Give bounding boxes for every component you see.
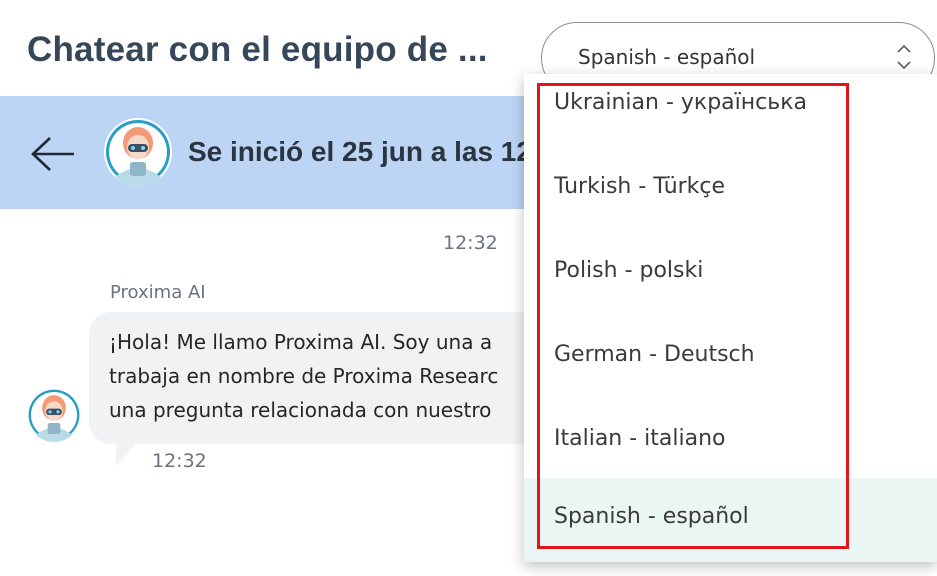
option-label: Ukrainian - українська	[554, 90, 807, 115]
language-select-value: Spanish - español	[578, 45, 756, 69]
message-line: ¡Hola! Me llamo Proxima AI. Soy una a	[109, 330, 493, 354]
message-line: trabaja en nombre de Proxima Researc	[109, 364, 499, 388]
language-option-german[interactable]: German - Deutsch	[524, 316, 937, 400]
page-title: Chatear con el equipo de ...	[27, 30, 488, 69]
banner-start-time: Se inició el 25 jun a las 12	[188, 136, 532, 167]
language-option-turkish[interactable]: Turkish - Türkçe	[524, 148, 937, 232]
chevron-up-down-icon	[897, 44, 911, 70]
arrow-left-icon[interactable]	[30, 134, 76, 174]
language-option-spanish[interactable]: Spanish - español	[524, 478, 937, 562]
language-option-polish[interactable]: Polish - polski	[524, 232, 937, 316]
option-label: Turkish - Türkçe	[554, 174, 726, 199]
language-option-italian[interactable]: Italian - italiano	[524, 400, 937, 484]
option-label: German - Deutsch	[554, 342, 755, 367]
language-dropdown[interactable]: Ukrainian - українська Turkish - Türkçe …	[524, 74, 937, 562]
language-option-ukrainian[interactable]: Ukrainian - українська	[524, 74, 937, 148]
message-line: una pregunta relacionada con nuestro	[109, 398, 492, 422]
bubble-tail	[116, 444, 136, 466]
option-label: Spanish - español	[554, 504, 749, 529]
message-sender: Proxima AI	[110, 282, 206, 303]
message-timestamp: 12:32	[152, 450, 207, 472]
robot-avatar-icon	[104, 118, 172, 186]
robot-avatar-icon	[27, 388, 81, 442]
conversation-timestamp: 12:32	[443, 232, 498, 254]
option-label: Italian - italiano	[554, 426, 726, 451]
option-label: Polish - polski	[554, 258, 704, 283]
